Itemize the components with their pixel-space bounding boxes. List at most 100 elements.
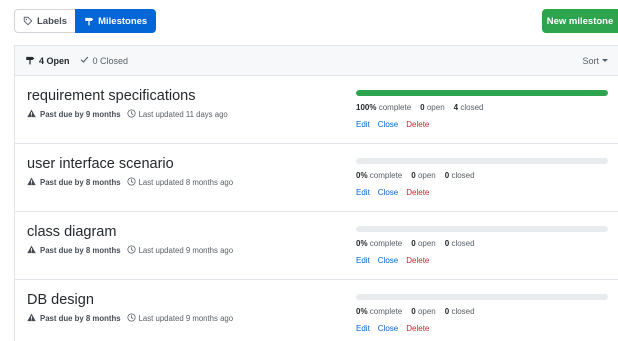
milestone-row: requirement specifications Past due by 9… (15, 76, 618, 144)
closed-issues: 0 closed (444, 171, 475, 180)
percent-complete: 100% complete (356, 103, 412, 112)
updated-text: Last updated 9 months ago (138, 246, 234, 255)
tab-milestones-label: Milestones (98, 15, 148, 27)
progress-bar (356, 158, 608, 164)
milestone-actions: Edit Close Delete (356, 188, 608, 197)
edit-link[interactable]: Edit (356, 256, 370, 265)
clock-icon (127, 313, 136, 324)
clock-icon (127, 109, 136, 120)
updated-text: Last updated 11 days ago (138, 110, 228, 119)
milestone-meta: Past due by 8 months Last updated 9 mont… (27, 245, 233, 256)
milestone-info: requirement specifications Past due by 9… (27, 88, 228, 120)
milestone-actions: Edit Close Delete (356, 324, 608, 333)
milestone-progress: 0% complete 0 open 0 closed Edit Close D… (356, 226, 608, 265)
updated-status: Last updated 9 months ago (127, 245, 234, 256)
tab-labels-label: Labels (37, 15, 68, 27)
milestone-info: user interface scenario Past due by 8 mo… (27, 156, 233, 188)
milestone-icon (25, 55, 35, 67)
milestone-title[interactable]: requirement specifications (27, 88, 228, 104)
alert-icon (27, 109, 36, 120)
milestone-progress: 0% complete 0 open 0 closed Edit Close D… (356, 294, 608, 333)
open-count: 4 Open (39, 55, 70, 66)
open-issues: 0 open (411, 171, 436, 180)
chevron-down-icon (602, 59, 608, 62)
open-issues: 0 open (420, 103, 445, 112)
delete-link[interactable]: Delete (406, 120, 429, 129)
alert-icon (27, 245, 36, 256)
delete-link[interactable]: Delete (406, 256, 429, 265)
milestone-row: user interface scenario Past due by 8 mo… (15, 144, 618, 212)
due-status: Past due by 8 months (27, 313, 121, 324)
close-link[interactable]: Close (378, 120, 398, 129)
percent-complete: 0% complete (356, 239, 403, 248)
milestone-list: 4 Open 0 Closed Sort requirement specifi… (14, 45, 618, 341)
milestone-info: class diagram Past due by 8 months Last … (27, 224, 233, 256)
closed-count: 0 Closed (92, 55, 129, 66)
check-icon (80, 55, 89, 66)
tab-milestones[interactable]: Milestones (75, 9, 157, 33)
close-link[interactable]: Close (378, 188, 398, 197)
delete-link[interactable]: Delete (406, 324, 429, 333)
open-issues: 0 open (411, 239, 436, 248)
milestone-info: DB design Past due by 8 months Last upda… (27, 292, 233, 324)
milestone-meta: Past due by 8 months Last updated 9 mont… (27, 313, 233, 324)
milestone-meta: Past due by 9 months Last updated 11 day… (27, 109, 228, 120)
progress-stats: 0% complete 0 open 0 closed (356, 239, 608, 248)
milestone-meta: Past due by 8 months Last updated 8 mont… (27, 177, 233, 188)
sort-dropdown[interactable]: Sort (582, 56, 608, 66)
due-text: Past due by 8 months (40, 314, 121, 323)
progress-stats: 0% complete 0 open 0 closed (356, 171, 608, 180)
due-status: Past due by 8 months (27, 245, 121, 256)
due-text: Past due by 8 months (40, 246, 121, 255)
updated-status: Last updated 8 months ago (127, 177, 234, 188)
progress-bar (356, 226, 608, 232)
milestone-title[interactable]: DB design (27, 292, 233, 308)
new-milestone-button[interactable]: New milestone (542, 9, 618, 33)
edit-link[interactable]: Edit (356, 188, 370, 197)
alert-icon (27, 313, 36, 324)
percent-complete: 0% complete (356, 307, 403, 316)
tab-labels[interactable]: Labels (14, 9, 76, 33)
milestone-row: DB design Past due by 8 months Last upda… (15, 280, 618, 341)
progress-stats: 100% complete 0 open 4 closed (356, 103, 608, 112)
progress-bar (356, 294, 608, 300)
close-link[interactable]: Close (378, 256, 398, 265)
due-text: Past due by 9 months (40, 110, 121, 119)
alert-icon (27, 177, 36, 188)
progress-stats: 0% complete 0 open 0 closed (356, 307, 608, 316)
updated-text: Last updated 8 months ago (138, 178, 234, 187)
open-issues: 0 open (411, 307, 436, 316)
due-text: Past due by 8 months (40, 178, 121, 187)
state-filters: 4 Open 0 Closed (25, 55, 128, 67)
progress-bar (356, 90, 608, 96)
clock-icon (127, 177, 136, 188)
list-header: 4 Open 0 Closed Sort (15, 46, 618, 76)
closed-filter[interactable]: 0 Closed (80, 55, 129, 66)
edit-link[interactable]: Edit (356, 324, 370, 333)
clock-icon (127, 245, 136, 256)
progress-bar-fill (356, 90, 608, 96)
edit-link[interactable]: Edit (356, 120, 370, 129)
sort-label: Sort (582, 55, 599, 66)
updated-status: Last updated 9 months ago (127, 313, 234, 324)
closed-issues: 4 closed (453, 103, 484, 112)
tag-icon (23, 16, 33, 26)
due-status: Past due by 9 months (27, 109, 121, 120)
milestone-actions: Edit Close Delete (356, 120, 608, 129)
closed-issues: 0 closed (444, 239, 475, 248)
milestone-title[interactable]: class diagram (27, 224, 233, 240)
open-filter[interactable]: 4 Open (25, 55, 70, 67)
close-link[interactable]: Close (378, 324, 398, 333)
percent-complete: 0% complete (356, 171, 403, 180)
milestone-progress: 0% complete 0 open 0 closed Edit Close D… (356, 158, 608, 197)
closed-issues: 0 closed (444, 307, 475, 316)
milestone-title[interactable]: user interface scenario (27, 156, 233, 172)
updated-text: Last updated 9 months ago (138, 314, 234, 323)
due-status: Past due by 8 months (27, 177, 121, 188)
milestone-actions: Edit Close Delete (356, 256, 608, 265)
delete-link[interactable]: Delete (406, 188, 429, 197)
tab-nav: Labels Milestones (14, 9, 157, 33)
milestone-icon (84, 16, 94, 26)
milestone-row: class diagram Past due by 8 months Last … (15, 212, 618, 280)
milestone-progress: 100% complete 0 open 4 closed Edit Close… (356, 90, 608, 129)
